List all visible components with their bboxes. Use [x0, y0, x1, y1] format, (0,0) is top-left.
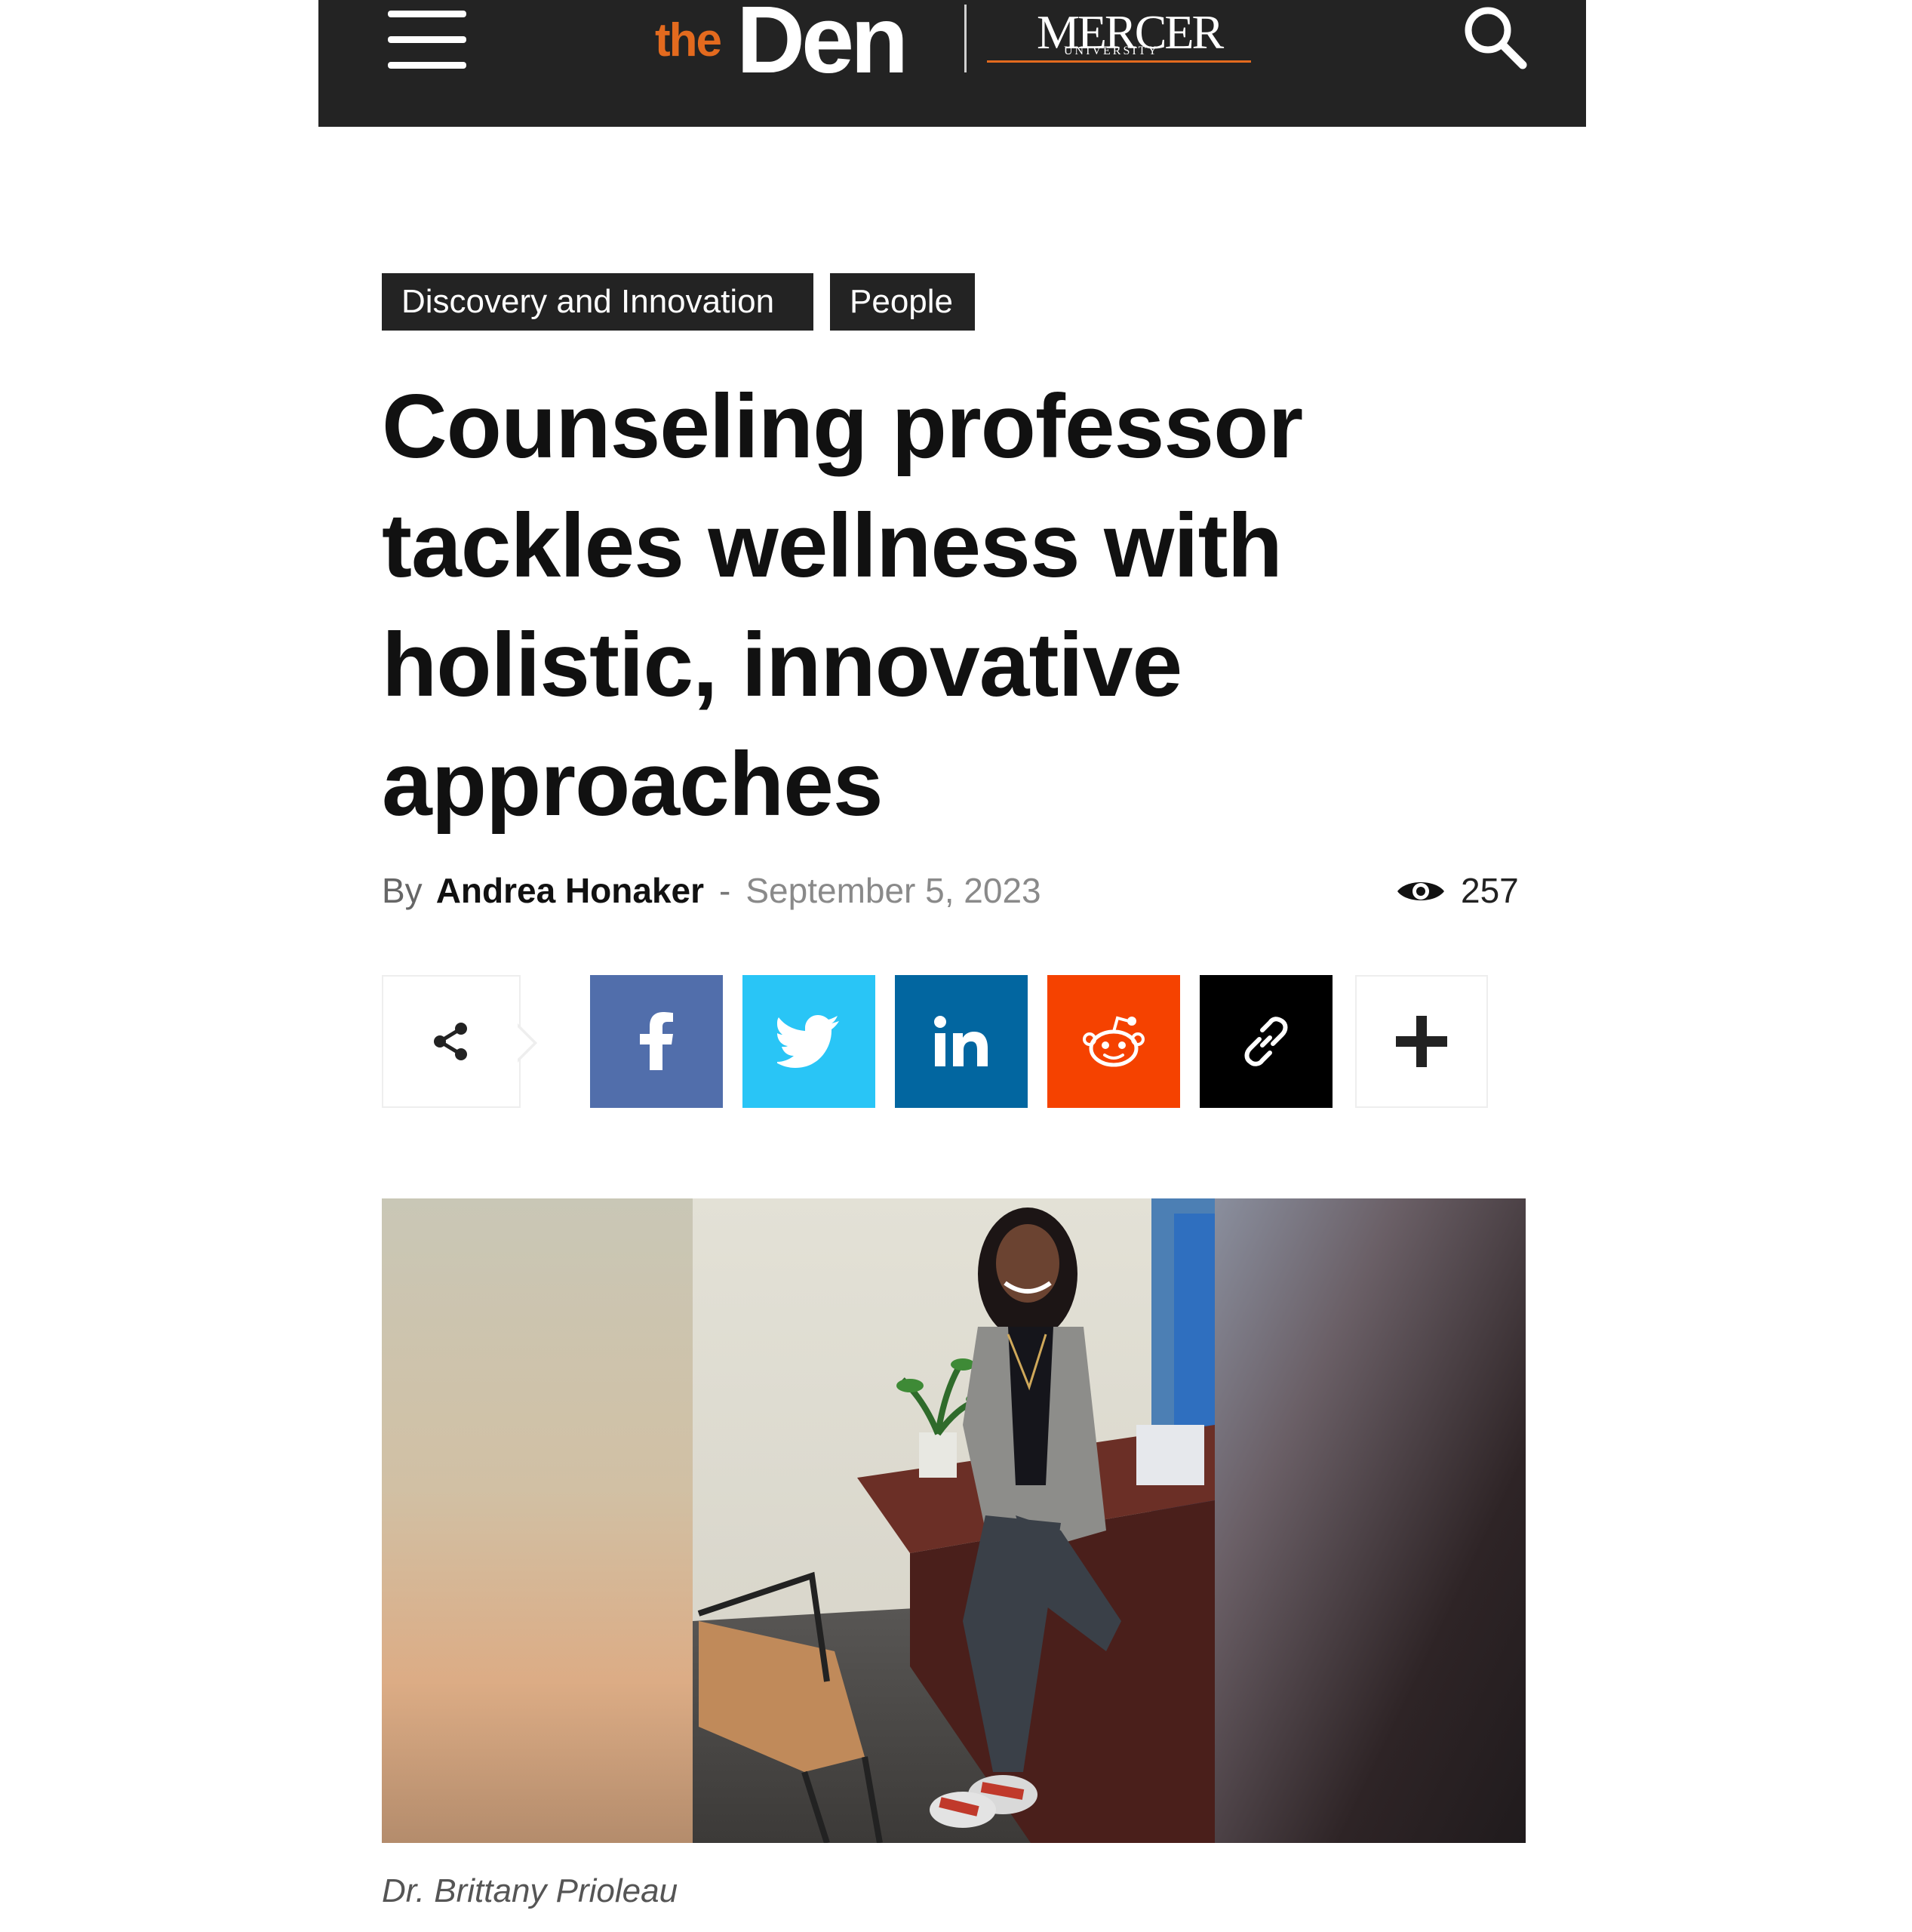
copy-link-button[interactable] — [1200, 975, 1333, 1108]
publish-date: September 5, 2023 — [745, 871, 1041, 910]
category-tag-people[interactable]: People — [830, 273, 975, 331]
share-icon — [434, 1023, 467, 1060]
plus-icon — [1396, 1016, 1447, 1067]
by-label: By — [382, 871, 423, 910]
search-icon[interactable] — [1458, 0, 1533, 75]
author-link[interactable]: Andrea Honaker — [436, 871, 704, 910]
article-title: Counseling professor tackles wellness wi… — [382, 376, 1303, 835]
share-button[interactable] — [382, 975, 521, 1108]
logo-den-text: Den — [736, 0, 908, 93]
featured-image — [382, 1198, 1526, 1843]
eye-icon — [1397, 882, 1444, 900]
site-header: the Den MERCER UNIVERSITY — [318, 0, 1586, 127]
facebook-icon — [640, 1012, 673, 1070]
linkedin-icon — [934, 1016, 988, 1066]
meta-separator: - — [719, 871, 731, 910]
twitter-share-button[interactable] — [742, 975, 875, 1108]
image-caption: Dr. Brittany Prioleau — [382, 1872, 678, 1909]
facebook-share-button[interactable] — [590, 975, 723, 1108]
category-tag-discovery[interactable]: Discovery and Innovation — [382, 273, 813, 331]
link-icon — [1244, 1017, 1288, 1066]
share-pointer-inner — [516, 1026, 533, 1060]
logo-divider — [964, 5, 967, 72]
view-count-number: 257 — [1461, 871, 1519, 910]
article-meta: By Andrea Honaker - September 5, 2023 — [382, 866, 1041, 915]
logo-the-text: the — [655, 14, 722, 66]
linkedin-share-button[interactable] — [895, 975, 1028, 1108]
logo-underline — [987, 60, 1251, 63]
reddit-icon — [1083, 1016, 1145, 1067]
reddit-share-button[interactable] — [1047, 975, 1180, 1108]
more-share-button[interactable] — [1355, 975, 1488, 1108]
logo-university-text: UNIVERSITY — [1064, 45, 1159, 57]
twitter-icon — [777, 1015, 839, 1068]
hamburger-menu-icon[interactable] — [388, 11, 466, 71]
